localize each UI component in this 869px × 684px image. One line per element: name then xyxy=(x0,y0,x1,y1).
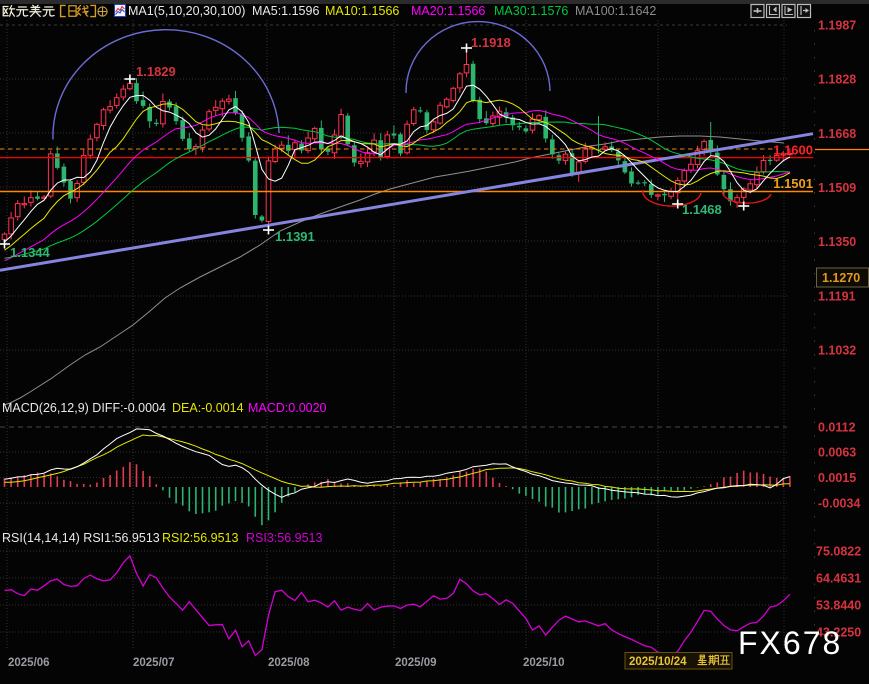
svg-text:75.0822: 75.0822 xyxy=(816,545,861,559)
svg-text:RSI3:56.9513: RSI3:56.9513 xyxy=(246,531,322,545)
svg-text:1.1918: 1.1918 xyxy=(471,35,511,50)
svg-text:2025/10: 2025/10 xyxy=(523,657,565,669)
svg-text:1.1391: 1.1391 xyxy=(275,229,315,244)
svg-text:MACD:0.0020: MACD:0.0020 xyxy=(248,401,327,415)
svg-text:1.1829: 1.1829 xyxy=(136,64,176,79)
svg-text:1.1600: 1.1600 xyxy=(773,143,813,158)
svg-text:1.1032: 1.1032 xyxy=(818,343,856,357)
svg-text:1.1468: 1.1468 xyxy=(682,202,722,217)
svg-text:MA20:1.1566: MA20:1.1566 xyxy=(411,4,485,18)
svg-text:RSI(14,14,14) RSI1:56.9513: RSI(14,14,14) RSI1:56.9513 xyxy=(2,531,160,545)
svg-text:DEA:-0.0014: DEA:-0.0014 xyxy=(172,401,244,415)
svg-text:1.1668: 1.1668 xyxy=(818,127,856,141)
svg-text:-0.0034: -0.0034 xyxy=(818,497,860,511)
svg-text:MA10:1.1566: MA10:1.1566 xyxy=(325,4,399,18)
svg-text:0.0112: 0.0112 xyxy=(818,421,856,435)
svg-text:2025/06: 2025/06 xyxy=(8,657,50,669)
svg-text:1.1350: 1.1350 xyxy=(818,235,856,249)
svg-text:1.1501: 1.1501 xyxy=(773,176,813,191)
svg-text:2025/08: 2025/08 xyxy=(268,657,310,669)
svg-text:1.1270: 1.1270 xyxy=(822,271,860,285)
svg-text:MA1(5,10,20,30,100): MA1(5,10,20,30,100) xyxy=(128,4,245,18)
svg-text:MA100:1.1642: MA100:1.1642 xyxy=(575,4,656,18)
svg-text:MACD(26,12,9) DIFF:-0.0004: MACD(26,12,9) DIFF:-0.0004 xyxy=(2,401,166,415)
svg-text:53.8440: 53.8440 xyxy=(816,599,861,613)
svg-text:MA5:1.1596: MA5:1.1596 xyxy=(252,4,319,18)
svg-text:2025/07: 2025/07 xyxy=(133,657,175,669)
svg-text:2025/10/24: 2025/10/24 xyxy=(629,656,687,668)
svg-text:1.1344: 1.1344 xyxy=(10,245,51,260)
svg-text:64.4631: 64.4631 xyxy=(816,572,861,586)
svg-text:1.1987: 1.1987 xyxy=(818,19,856,33)
svg-text:0.0015: 0.0015 xyxy=(818,471,856,485)
svg-text:RSI2:56.9513: RSI2:56.9513 xyxy=(162,531,238,545)
svg-text:MA30:1.1576: MA30:1.1576 xyxy=(494,4,568,18)
svg-text:FX678: FX678 xyxy=(738,625,842,661)
svg-text:2025/09: 2025/09 xyxy=(395,657,437,669)
svg-text:1.1509: 1.1509 xyxy=(818,181,856,195)
svg-text:0.0063: 0.0063 xyxy=(818,446,856,460)
svg-text:1.1191: 1.1191 xyxy=(818,289,856,303)
svg-text:1.1828: 1.1828 xyxy=(818,73,856,87)
